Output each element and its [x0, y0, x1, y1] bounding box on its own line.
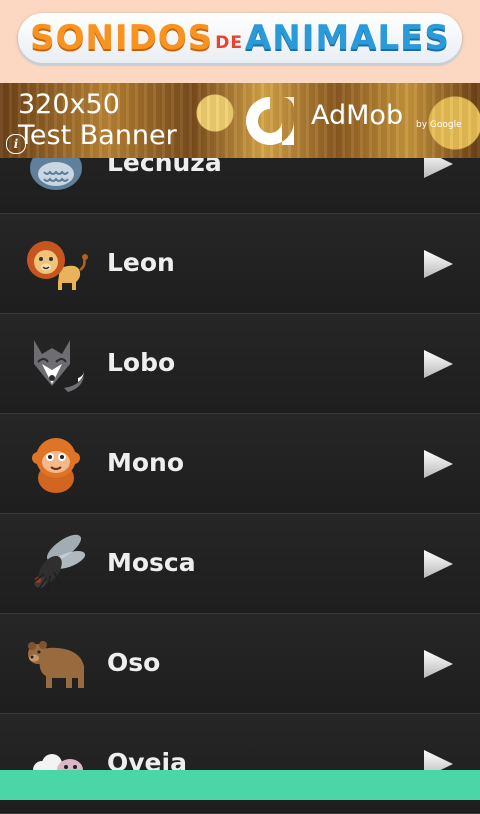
- ad-test-label: Test Banner: [18, 120, 177, 151]
- ad-size-label: 320x50: [18, 89, 120, 120]
- animal-name: Mono: [107, 448, 185, 477]
- monkey-icon: [32, 438, 80, 493]
- admob-by-google: by Google: [416, 120, 462, 130]
- list-item-oso[interactable]: Oso: [0, 614, 480, 714]
- play-icon[interactable]: [422, 548, 455, 580]
- animal-name: Mosca: [107, 548, 196, 577]
- animal-name: Oso: [107, 648, 161, 677]
- app-header: SONIDOS DE ANIMALES: [0, 0, 480, 83]
- ad-title: 320x50 Test Banner: [18, 89, 177, 151]
- bear-icon: [28, 641, 84, 688]
- wolf-icon: [34, 340, 84, 392]
- fly-icon: [33, 534, 86, 591]
- app-logo: SONIDOS DE ANIMALES: [18, 13, 462, 63]
- animal-name: Leon: [107, 248, 175, 277]
- logo-word-de: DE: [215, 33, 243, 53]
- list-item-mosca[interactable]: Mosca: [0, 514, 480, 614]
- animal-name: Lobo: [107, 348, 176, 377]
- admob-logo-icon: [246, 97, 294, 145]
- logo-word-animales: ANIMALES: [244, 18, 450, 58]
- play-icon[interactable]: [422, 448, 455, 480]
- list-item-leon[interactable]: Leon: [0, 214, 480, 314]
- bottom-bar: [0, 770, 480, 800]
- play-icon[interactable]: [422, 248, 455, 280]
- info-icon[interactable]: i: [6, 134, 26, 154]
- ad-banner[interactable]: 320x50 Test Banner i AdMob by Google: [0, 83, 480, 158]
- list-item-mono[interactable]: Mono: [0, 414, 480, 514]
- logo-word-sonidos: SONIDOS: [30, 18, 214, 58]
- play-icon[interactable]: [422, 348, 455, 380]
- lion-icon: [27, 241, 88, 290]
- play-icon[interactable]: [422, 648, 455, 680]
- list-item-lobo[interactable]: Lobo: [0, 314, 480, 414]
- admob-brand: AdMob: [311, 100, 404, 131]
